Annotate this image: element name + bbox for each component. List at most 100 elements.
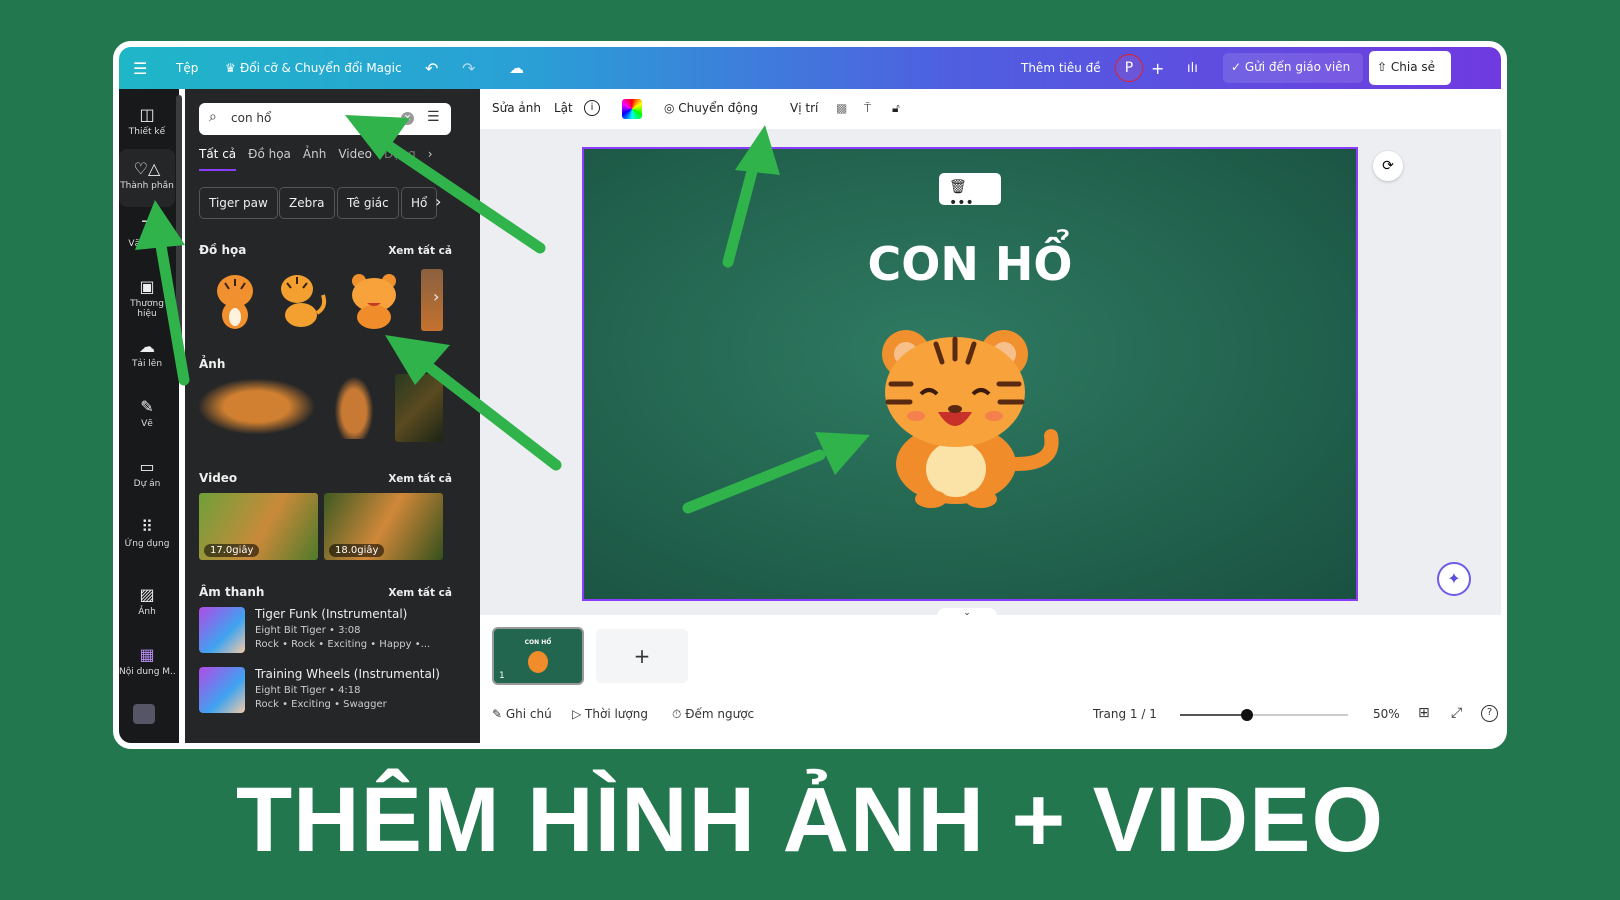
more-icon[interactable]: •••: [949, 195, 974, 211]
tiger-graphic[interactable]: [876, 324, 1066, 509]
avatar[interactable]: P: [1115, 54, 1143, 82]
timer-button[interactable]: ⏱︎ Đếm ngược: [672, 707, 754, 722]
sidebar-item-photos[interactable]: ▨ Ảnh: [119, 585, 175, 617]
lock-icon[interactable]: 🔓︎: [892, 101, 900, 116]
photo-tiger-jungle[interactable]: [395, 374, 443, 442]
cloud-save-icon[interactable]: ☁: [509, 59, 524, 77]
slide-canvas[interactable]: 🗑︎ ••• CON HỔ: [582, 147, 1358, 601]
chip-tiger-paw[interactable]: Tiger paw: [199, 187, 278, 219]
graphic-tiger-2[interactable]: [273, 269, 329, 331]
send-teacher-button[interactable]: ✓ Gửi đến giáo viên: [1223, 53, 1363, 83]
redo-icon[interactable]: ↷: [462, 59, 475, 78]
see-all-graphics[interactable]: Xem tất cả: [388, 245, 452, 257]
photo-tiger-sitting[interactable]: [335, 377, 373, 439]
edit-image-button[interactable]: Sửa ảnh: [492, 101, 541, 115]
add-collaborator-icon[interactable]: +: [1151, 59, 1164, 78]
magic-assistant-icon[interactable]: ✦: [1437, 562, 1471, 596]
video-thumb-2[interactable]: 18.0giây: [324, 493, 443, 560]
chip-zebra[interactable]: Zebra: [279, 187, 335, 219]
sidebar-label: Dự án: [133, 479, 161, 489]
chip-tiger[interactable]: Hổ: [401, 187, 438, 219]
tab-videos[interactable]: Video: [338, 147, 372, 171]
tab-graphics[interactable]: Đồ họa: [248, 147, 291, 171]
help-icon[interactable]: ?: [1481, 705, 1498, 722]
sidebar-item-text[interactable]: T Văn bản: [119, 217, 175, 249]
graphic-tiger-1[interactable]: [207, 269, 263, 331]
grid-view-icon[interactable]: ⊞: [1418, 705, 1430, 721]
video-duration: 18.0giây: [329, 544, 385, 557]
timer-label: Đếm ngược: [685, 707, 755, 721]
sidebar-item-magic-media[interactable]: ▦ Nội dung M...: [119, 645, 175, 677]
audio-item[interactable]: Tiger Funk (Instrumental) Eight Bit Tiger…: [199, 607, 459, 657]
sidebar-item-draw[interactable]: ✎ Vẽ: [119, 397, 175, 429]
sidebar-item-uploads[interactable]: ☁ Tải lên: [119, 337, 175, 369]
chevron-right-icon[interactable]: ›: [435, 192, 441, 211]
hamburger-icon[interactable]: ☰: [133, 59, 147, 78]
graphics-heading: Đồ họa: [199, 243, 247, 257]
trash-icon[interactable]: 🗑︎: [949, 179, 967, 195]
filter-icon[interactable]: ☰: [427, 109, 440, 125]
search-input[interactable]: ⌕ con hổ × ☰: [199, 103, 451, 135]
fullscreen-icon[interactable]: ⤢: [1451, 705, 1462, 721]
magic-resize-button[interactable]: Đổi cỡ & Chuyển đổi Magic: [240, 61, 402, 75]
notes-button[interactable]: ✎ Ghi chú: [492, 707, 552, 721]
page-thumbnail[interactable]: CON HỔ 1: [492, 627, 584, 685]
photo-tiger-walking[interactable]: [199, 379, 314, 434]
video-duration: 17.0giây: [204, 544, 260, 557]
insights-icon[interactable]: ılı: [1187, 61, 1198, 76]
see-all-videos[interactable]: Xem tất cả: [388, 473, 452, 485]
paint-roller-icon[interactable]: ⍑: [864, 101, 871, 116]
sidebar-label: Vẽ: [141, 419, 153, 429]
undo-icon[interactable]: ↶: [425, 59, 438, 78]
audio-item[interactable]: Training Wheels (Instrumental) Eight Bit …: [199, 667, 459, 717]
see-all-audio[interactable]: Xem tất cả: [388, 587, 452, 599]
graphic-tiger-3[interactable]: [345, 269, 401, 331]
layout-icon: ◫: [139, 105, 155, 124]
sidebar-item-projects[interactable]: ▭ Dự án: [119, 457, 175, 489]
transparency-icon[interactable]: ▩: [836, 101, 847, 115]
video-thumb-1[interactable]: 17.0giây: [199, 493, 318, 560]
clear-search-icon[interactable]: ×: [401, 112, 414, 125]
chevron-right-icon[interactable]: ›: [428, 147, 433, 171]
chevron-right-icon[interactable]: ›: [433, 287, 439, 306]
top-bar: ☰ Tệp ♛ Đổi cỡ & Chuyển đổi Magic ↶ ↷ ☁ …: [119, 47, 1501, 89]
comment-icon[interactable]: ⟳: [1373, 151, 1403, 181]
duration-button[interactable]: ▷ Thời lượng: [572, 707, 648, 721]
rail-scrollbar[interactable]: [176, 95, 182, 370]
zoom-slider[interactable]: [1180, 709, 1348, 721]
sidebar-item-elements[interactable]: ♡△ Thành phần: [119, 149, 175, 207]
slide-title[interactable]: CON HỔ: [584, 237, 1356, 291]
sidebar-item-brand[interactable]: ▣ Thương hiệu: [119, 277, 175, 319]
zoom-slider-handle[interactable]: [1241, 709, 1254, 721]
tab-shapes[interactable]: Dạng: [384, 147, 416, 171]
sidebar-label: Thương hiệu: [130, 299, 164, 319]
shapes-icon: ♡△: [133, 159, 161, 178]
position-button[interactable]: Vị trí: [790, 101, 818, 115]
videos-heading: Video: [199, 471, 238, 485]
file-menu[interactable]: Tệp: [176, 61, 198, 75]
info-icon[interactable]: i: [584, 100, 600, 116]
page-indicator[interactable]: Trang 1 / 1: [1093, 707, 1157, 721]
add-page-button[interactable]: +: [596, 629, 688, 683]
color-picker[interactable]: [622, 99, 642, 119]
app-icon[interactable]: [133, 704, 155, 724]
graphic-tiger-4[interactable]: [421, 269, 443, 331]
text-icon: T: [142, 217, 152, 236]
sidebar-item-apps[interactable]: ⠿ Ứng dụng: [119, 517, 175, 549]
tab-photos[interactable]: Ảnh: [303, 147, 326, 171]
share-button[interactable]: ⇧ Chia sẻ: [1369, 51, 1451, 85]
animate-icon: ◎: [664, 101, 679, 115]
add-title-input[interactable]: Thêm tiêu đề: [1021, 61, 1101, 75]
upload-icon: ⇧: [1377, 60, 1391, 74]
animate-button[interactable]: ◎ Chuyển động: [664, 101, 758, 115]
chip-rhino[interactable]: Tê giác: [337, 187, 399, 219]
audio-tags: Rock • Rock • Exciting • Happy •...: [255, 639, 431, 650]
tab-all[interactable]: Tất cả: [199, 147, 237, 171]
sidebar-item-design[interactable]: ◫ Thiết kế: [119, 101, 175, 145]
sidebar-label: Nội dung M...: [119, 667, 175, 677]
collapse-chevron-icon[interactable]: ⌄: [937, 608, 997, 618]
flip-button[interactable]: Lật: [554, 101, 573, 115]
audio-cover: [199, 607, 245, 653]
zoom-level[interactable]: 50%: [1373, 707, 1400, 721]
audio-heading: Âm thanh: [199, 585, 265, 599]
